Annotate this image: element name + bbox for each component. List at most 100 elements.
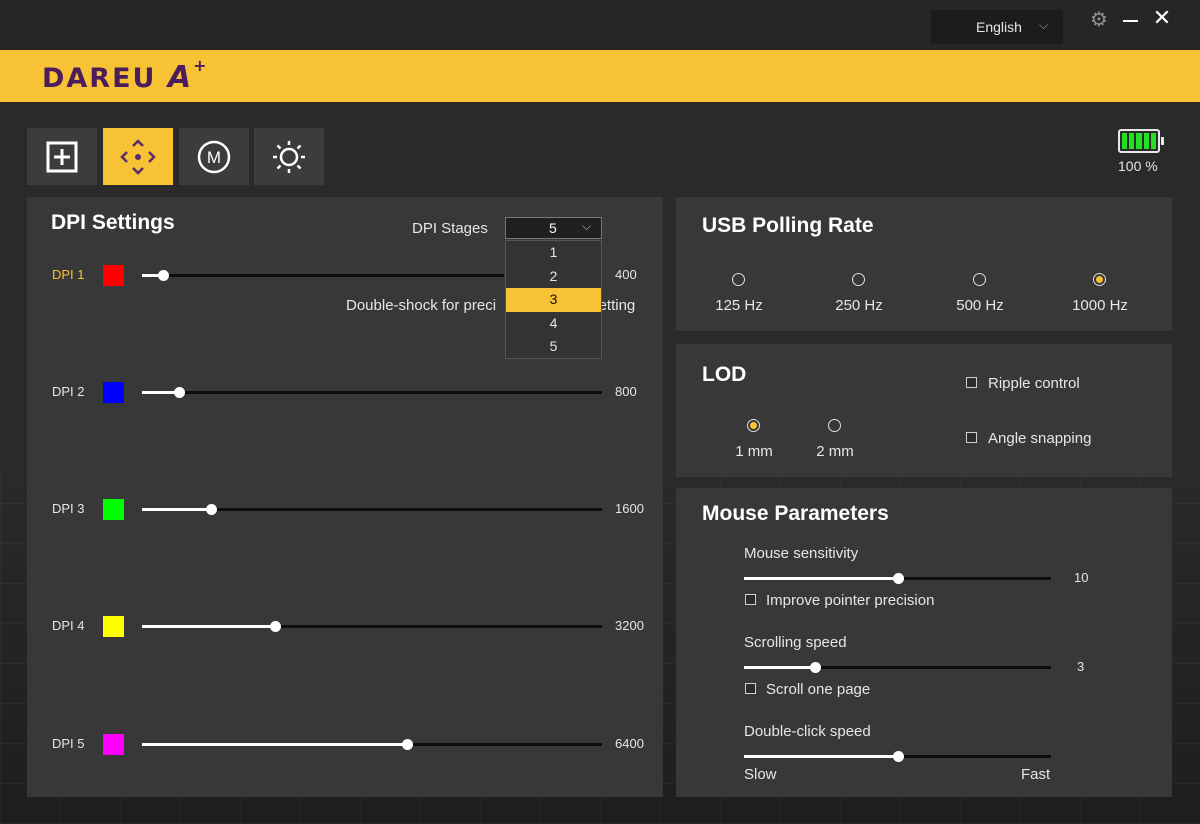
dpi-4-label: DPI 4 bbox=[52, 618, 85, 633]
slider-handle[interactable] bbox=[270, 621, 281, 632]
dpi-1-value: 400 bbox=[615, 267, 637, 282]
lod-title: LOD bbox=[702, 363, 747, 386]
move-arrows-icon bbox=[120, 138, 156, 175]
dpi-stages-label: DPI Stages bbox=[412, 220, 488, 237]
dpi-2-color-swatch[interactable] bbox=[103, 382, 124, 403]
improve-pointer-precision-label: Improve pointer precision bbox=[766, 592, 935, 609]
dpi-stages-value: 5 bbox=[549, 220, 557, 236]
plus-square-icon bbox=[46, 141, 78, 172]
dpi-1-slider[interactable] bbox=[142, 270, 504, 281]
slider-handle[interactable] bbox=[893, 573, 904, 584]
scroll-one-page-label: Scroll one page bbox=[766, 681, 871, 698]
angle-snapping-label: Angle snapping bbox=[988, 430, 1092, 447]
polling-radio-label: 125 Hz bbox=[715, 297, 763, 314]
dpi-4-color-swatch[interactable] bbox=[103, 616, 124, 637]
lod-radio[interactable] bbox=[747, 419, 760, 432]
dpi-5-label: DPI 5 bbox=[52, 736, 85, 751]
lod-radio-label: 2 mm bbox=[816, 443, 854, 460]
scroll-one-page-checkbox[interactable] bbox=[745, 683, 756, 694]
dpi-4-value: 3200 bbox=[615, 618, 644, 633]
dpi-3-label: DPI 3 bbox=[52, 501, 85, 516]
title-bar: English ⌵ ⚙ ✕ bbox=[0, 0, 1200, 50]
macro-glyph: M bbox=[207, 148, 221, 167]
dpi-3-value: 1600 bbox=[615, 501, 644, 516]
dpi-stages-option[interactable]: 5 bbox=[506, 335, 601, 359]
dpi-5-slider[interactable] bbox=[142, 739, 602, 750]
dpi-stages-dropdown: 12345 bbox=[505, 240, 602, 359]
slider-fill bbox=[744, 755, 898, 758]
slow-label: Slow bbox=[744, 766, 777, 783]
sun-icon bbox=[273, 140, 305, 173]
slider-fill bbox=[142, 743, 407, 746]
scrolling-speed-label: Scrolling speed bbox=[744, 634, 847, 651]
minimize-icon[interactable] bbox=[1115, 8, 1145, 36]
chevron-down-icon: ⌵ bbox=[582, 219, 592, 233]
double-click-speed-label: Double-click speed bbox=[744, 723, 871, 740]
language-value: English bbox=[976, 19, 1022, 35]
slider-handle[interactable] bbox=[174, 387, 185, 398]
mode-dpi-performance[interactable] bbox=[103, 128, 173, 185]
macro-m-icon: M bbox=[197, 140, 231, 173]
dpi-1-color-swatch[interactable] bbox=[103, 265, 124, 286]
dpi-stages-option[interactable]: 3 bbox=[506, 288, 601, 312]
dareu-logo: DAREU A+ bbox=[42, 56, 209, 95]
language-select[interactable]: English ⌵ bbox=[931, 10, 1063, 44]
lod-radio-label: 1 mm bbox=[735, 443, 773, 460]
mouse-sensitivity-slider[interactable] bbox=[744, 573, 1051, 584]
polling-radio[interactable] bbox=[1093, 273, 1106, 286]
polling-radio[interactable] bbox=[852, 273, 865, 286]
mouse-parameters-title: Mouse Parameters bbox=[702, 502, 889, 525]
dpi-5-color-swatch[interactable] bbox=[103, 734, 124, 755]
mode-lighting[interactable] bbox=[254, 128, 324, 185]
battery-icon bbox=[1118, 129, 1164, 153]
battery-level-text: 100 % bbox=[1118, 158, 1158, 174]
slider-handle[interactable] bbox=[893, 751, 904, 762]
usb-polling-title: USB Polling Rate bbox=[702, 214, 874, 237]
chevron-down-icon: ⌵ bbox=[1039, 18, 1049, 32]
logo-plus: + bbox=[193, 56, 209, 75]
polling-radio-label: 250 Hz bbox=[835, 297, 883, 314]
dpi-stages-option[interactable]: 1 bbox=[506, 241, 601, 265]
angle-snapping-checkbox[interactable] bbox=[966, 432, 977, 443]
mouse-sensitivity-label: Mouse sensitivity bbox=[744, 545, 859, 562]
slider-handle[interactable] bbox=[402, 739, 413, 750]
scrolling-speed-value: 3 bbox=[1077, 659, 1085, 674]
improve-pointer-precision-checkbox[interactable] bbox=[745, 594, 756, 605]
polling-radio-label: 1000 Hz bbox=[1072, 297, 1128, 314]
slider-fill bbox=[744, 666, 815, 669]
ripple-control-checkbox[interactable] bbox=[966, 377, 977, 388]
slider-handle[interactable] bbox=[810, 662, 821, 673]
mode-macro[interactable]: M bbox=[179, 128, 249, 185]
dpi-stages-option[interactable]: 2 bbox=[506, 265, 601, 289]
polling-radio[interactable] bbox=[732, 273, 745, 286]
slider-fill bbox=[142, 625, 275, 628]
lod-radio[interactable] bbox=[828, 419, 841, 432]
polling-radio-label: 500 Hz bbox=[956, 297, 1004, 314]
dpi-3-color-swatch[interactable] bbox=[103, 499, 124, 520]
dpi-stages-select[interactable]: 5 ⌵ bbox=[505, 217, 602, 239]
slider-fill bbox=[744, 577, 898, 580]
fast-label: Fast bbox=[1021, 766, 1051, 783]
slider-fill bbox=[142, 508, 211, 511]
dpi-2-slider[interactable] bbox=[142, 387, 602, 398]
logo-text: DAREU bbox=[42, 63, 157, 94]
dpi-3-slider[interactable] bbox=[142, 504, 602, 515]
dpi-stages-option[interactable]: 4 bbox=[506, 312, 601, 336]
slider-handle[interactable] bbox=[158, 270, 169, 281]
polling-radio[interactable] bbox=[973, 273, 986, 286]
dpi-1-label: DPI 1 bbox=[52, 267, 85, 282]
scrolling-speed-slider[interactable] bbox=[744, 662, 1051, 673]
dpi-2-label: DPI 2 bbox=[52, 384, 85, 399]
close-icon[interactable]: ✕ bbox=[1147, 5, 1177, 33]
mouse-sensitivity-value: 10 bbox=[1074, 570, 1089, 585]
dpi-4-slider[interactable] bbox=[142, 621, 602, 632]
double-click-speed-slider[interactable] bbox=[744, 751, 1051, 762]
dpi-2-value: 800 bbox=[615, 384, 637, 399]
logo-mark: A bbox=[167, 60, 194, 95]
ripple-control-label: Ripple control bbox=[988, 375, 1080, 392]
dpi-5-value: 6400 bbox=[615, 736, 644, 751]
dpi-settings-title: DPI Settings bbox=[51, 211, 175, 234]
gear-icon[interactable]: ⚙ bbox=[1084, 7, 1114, 35]
slider-handle[interactable] bbox=[206, 504, 217, 515]
mode-button-assignment[interactable] bbox=[27, 128, 97, 185]
